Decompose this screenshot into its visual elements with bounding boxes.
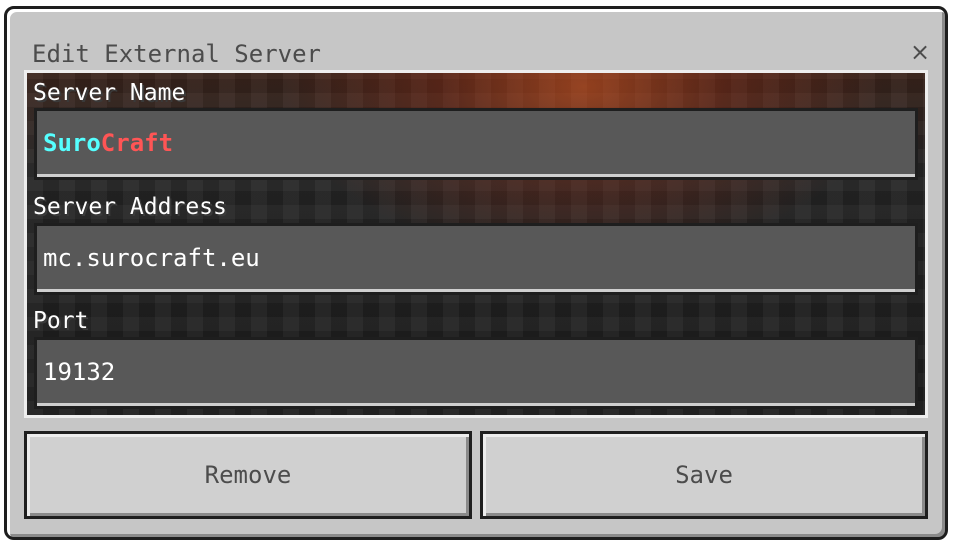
server-name-part-2: Craft <box>100 128 174 157</box>
server-name-field[interactable]: Suro Craft <box>34 108 918 180</box>
remove-button[interactable]: Remove <box>24 431 472 519</box>
close-icon: × <box>909 38 931 66</box>
server-name-label: Server Name <box>33 80 186 106</box>
port-field[interactable]: 19132 <box>34 337 918 409</box>
port-label: Port <box>33 308 89 334</box>
close-button[interactable]: × <box>903 37 937 67</box>
server-address-label: Server Address <box>33 194 227 220</box>
dialog-title: Edit External Server <box>32 40 321 68</box>
port-value: 19132 <box>37 340 915 406</box>
save-button[interactable]: Save <box>480 431 928 519</box>
save-button-label: Save <box>483 434 925 516</box>
server-address-value: mc.surocraft.eu <box>37 226 915 292</box>
server-form-panel: Server Name Suro Craft Server Address mc.… <box>24 70 928 418</box>
remove-button-label: Remove <box>27 434 469 516</box>
server-address-field[interactable]: mc.surocraft.eu <box>34 223 918 295</box>
server-name-value: Suro Craft <box>37 111 915 177</box>
server-name-part-1: Suro <box>43 128 101 157</box>
